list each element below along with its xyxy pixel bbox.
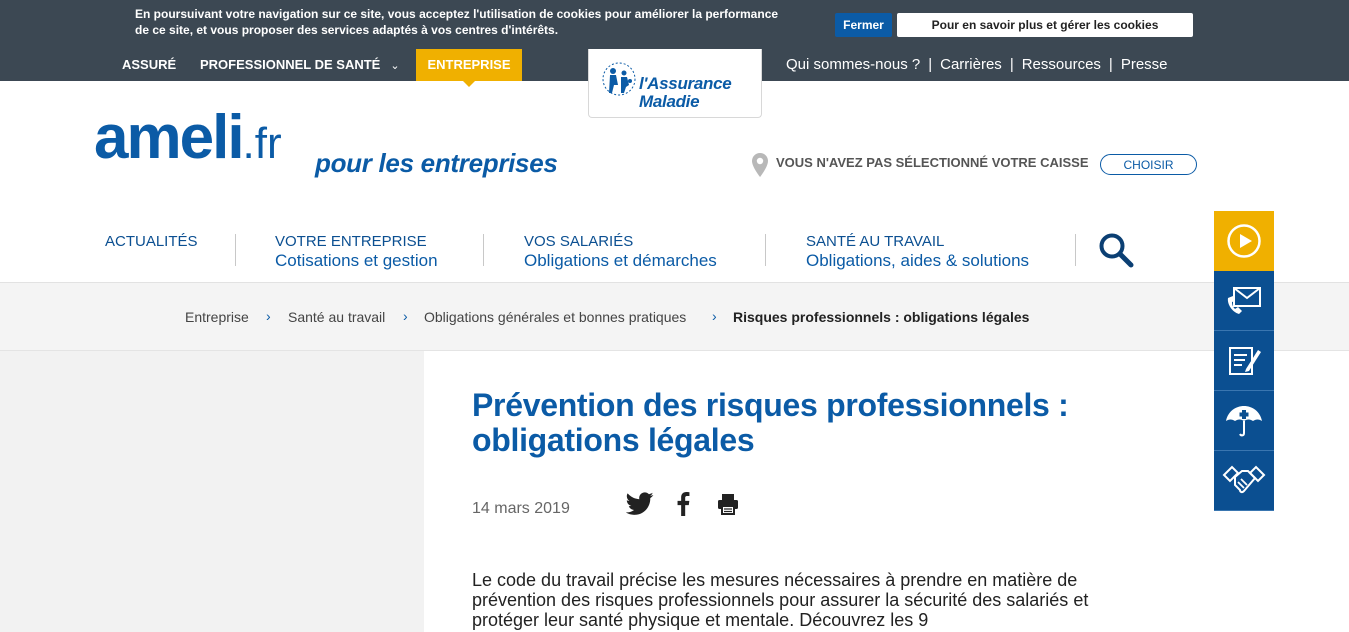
chevron-down-icon: ⌄ [390, 60, 400, 72]
umbrella-cross-icon [1226, 405, 1262, 436]
assurance-maladie-line2: Maladie [639, 92, 700, 111]
link-separator: | [928, 56, 933, 73]
top-nav-professionnel-label: PROFESSIONNEL DE SANTÉ [200, 57, 381, 72]
sidebar-video-button[interactable] [1214, 211, 1274, 271]
choose-caisse-button[interactable]: CHOISIR [1100, 154, 1197, 175]
top-nav-professionnel[interactable]: PROFESSIONNEL DE SANTÉ ⌄ [200, 49, 400, 81]
nav-divider [483, 234, 484, 266]
top-nav-entreprise-label: ENTREPRISE [427, 57, 511, 72]
sidebar-forms-button[interactable] [1214, 331, 1274, 391]
form-edit-icon [1229, 346, 1261, 375]
main-navigation: ACTUALITÉS VOTRE ENTREPRISE Cotisations … [0, 222, 1349, 282]
mail-phone-icon [1227, 286, 1261, 314]
print-icon[interactable] [716, 492, 740, 516]
sidebar-coverage-button[interactable] [1214, 391, 1274, 451]
nav-divider [1075, 234, 1076, 266]
page-title: Prévention des risques professionnels : … [472, 387, 1069, 458]
link-separator: | [1108, 56, 1113, 73]
search-icon[interactable] [1098, 232, 1134, 268]
breadcrumb-item-entreprise[interactable]: Entreprise [185, 309, 249, 325]
brand-main: ameli [94, 103, 245, 172]
main-nav-votre-entreprise-label: VOTRE ENTREPRISE [275, 233, 427, 250]
main-nav-vos-salaries-label: VOS SALARIÉS [524, 233, 634, 250]
ameli-logo[interactable]: ameli.fr [94, 103, 282, 173]
main-nav-vos-salaries-sub: Obligations et démarches [524, 251, 717, 270]
breadcrumb-separator: › [712, 308, 717, 324]
side-toolbar [1214, 211, 1274, 511]
corporate-links: Qui sommes-nous ? | Carrières | Ressources | P… [786, 49, 1168, 81]
breadcrumb-item-sante[interactable]: Santé au travail [288, 309, 385, 325]
main-nav-actualites[interactable]: ACTUALITÉS [105, 232, 198, 251]
sidebar-partnership-button[interactable] [1214, 451, 1274, 511]
brand-tagline: pour les entreprises [315, 148, 558, 178]
link-qui-sommes-nous[interactable]: Qui sommes-nous ? [786, 56, 920, 73]
link-carrieres[interactable]: Carrières [940, 56, 1002, 73]
breadcrumb-separator: › [266, 308, 271, 324]
nav-divider [765, 234, 766, 266]
main-nav-actualites-label: ACTUALITÉS [105, 233, 198, 250]
link-ressources[interactable]: Ressources [1022, 56, 1101, 73]
assurance-maladie-line1: l'Assurance [639, 74, 732, 93]
main-nav-vos-salaries[interactable]: VOS SALARIÉS Obligations et démarches [524, 232, 717, 270]
breadcrumb: Entreprise › Santé au travail › Obligati… [0, 283, 1349, 351]
cookie-close-button[interactable]: Fermer [835, 13, 892, 37]
sidebar-contact-button[interactable] [1214, 271, 1274, 331]
main-nav-sante-au-travail-label: SANTÉ AU TRAVAIL [806, 233, 945, 250]
cookie-manage-button[interactable]: Pour en savoir plus et gérer les cookies [897, 13, 1193, 37]
assurance-maladie-logo[interactable]: l'Assurance Maladie [588, 49, 762, 118]
left-column [0, 351, 424, 632]
main-nav-sante-au-travail[interactable]: SANTÉ AU TRAVAIL Obligations, aides & so… [806, 232, 1029, 270]
brand-extension: .fr [242, 119, 282, 168]
twitter-icon[interactable] [626, 492, 654, 516]
link-presse[interactable]: Presse [1121, 56, 1168, 73]
nav-divider [235, 234, 236, 266]
facebook-icon[interactable] [676, 492, 690, 516]
handshake-icon [1222, 465, 1266, 493]
caisse-status: VOUS N'AVEZ PAS SÉLECTIONNÉ VOTRE CAISSE [776, 155, 1089, 170]
breadcrumb-separator: › [403, 308, 408, 324]
active-indicator [463, 81, 475, 87]
play-icon [1227, 224, 1261, 258]
main-nav-votre-entreprise-sub: Cotisations et gestion [275, 251, 438, 270]
publication-date: 14 mars 2019 [472, 500, 570, 517]
article-intro: Le code du travail précise les mesures n… [472, 570, 1089, 630]
breadcrumb-item-obligations[interactable]: Obligations générales et bonnes pratique… [424, 309, 686, 325]
main-nav-sante-au-travail-sub: Obligations, aides & solutions [806, 251, 1030, 270]
breadcrumb-current: Risques professionnels : obligations lég… [733, 309, 1030, 325]
family-figures-icon [602, 62, 636, 96]
location-pin-icon [752, 153, 768, 177]
main-nav-votre-entreprise[interactable]: VOTRE ENTREPRISE Cotisations et gestion [275, 232, 438, 270]
top-nav-assure[interactable]: ASSURÉ [122, 49, 176, 81]
top-nav-assure-label: ASSURÉ [122, 57, 177, 72]
cookie-banner-text: En poursuivant votre navigation sur ce s… [135, 7, 779, 37]
top-nav-entreprise[interactable]: ENTREPRISE [416, 49, 522, 87]
link-separator: | [1009, 56, 1014, 73]
assurance-maladie-name: l'Assurance Maladie [639, 74, 732, 111]
